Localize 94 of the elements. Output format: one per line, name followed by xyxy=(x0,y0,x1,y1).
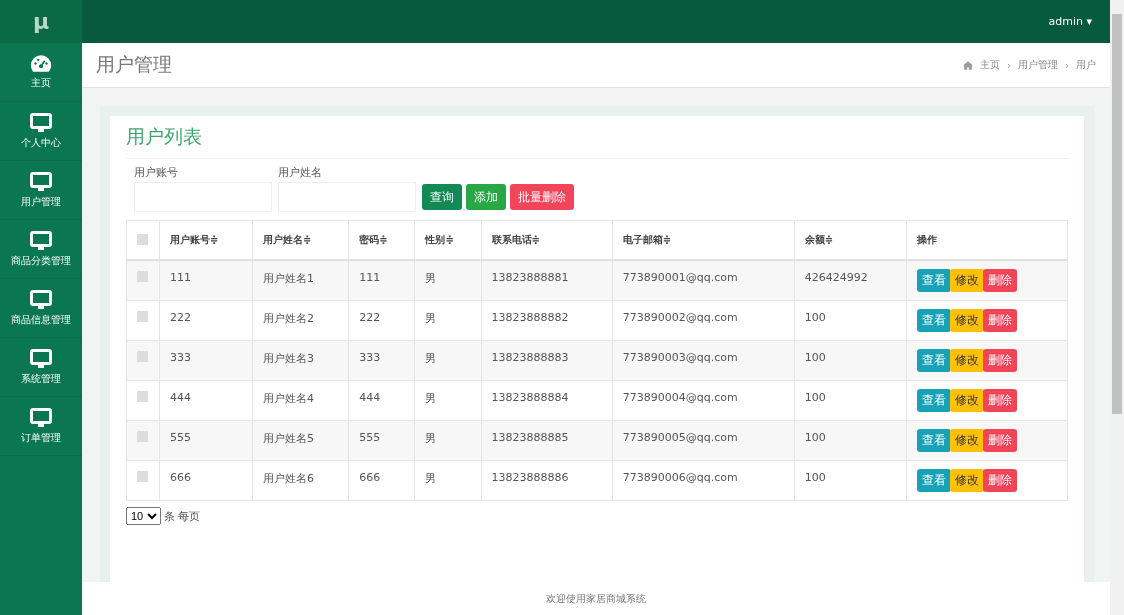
row-action-button[interactable]: 修改 xyxy=(950,389,985,412)
row-action-button[interactable]: 删除 xyxy=(983,469,1018,492)
table-cell: 111 xyxy=(348,260,415,301)
table-cell: 用户姓名1 xyxy=(252,260,349,301)
row-action-button[interactable]: 查看 xyxy=(917,429,952,452)
row-action-button[interactable]: 修改 xyxy=(950,309,985,332)
checkbox[interactable] xyxy=(137,233,148,245)
home-icon xyxy=(963,60,973,70)
table-cell: 男 xyxy=(414,380,482,421)
table-cell: 男 xyxy=(414,460,482,501)
row-action-button[interactable]: 删除 xyxy=(983,269,1018,292)
table-cell: 用户姓名3 xyxy=(252,340,349,381)
checkbox[interactable] xyxy=(137,271,148,282)
table-cell: 用户姓名4 xyxy=(252,380,349,421)
checkbox[interactable] xyxy=(137,471,148,482)
table-cell: 773890003@qq.com xyxy=(612,340,795,381)
breadcrumb-link[interactable]: 主页 xyxy=(980,58,1000,72)
row-action-button[interactable]: 修改 xyxy=(950,349,985,372)
table-cell: 555 xyxy=(348,420,415,461)
row-action-button[interactable]: 查看 xyxy=(917,389,952,412)
monitor-icon xyxy=(30,112,52,133)
table-cell: 100 xyxy=(794,340,907,381)
action-button[interactable]: 查询 xyxy=(422,184,462,210)
user-menu[interactable]: admin ▾ xyxy=(1048,15,1092,28)
table-cell: 13823888884 xyxy=(481,380,613,421)
table-cell: 100 xyxy=(794,380,907,421)
row-action-button[interactable]: 修改 xyxy=(950,269,985,292)
checkbox[interactable] xyxy=(137,311,148,322)
row-action-button[interactable]: 查看 xyxy=(917,269,952,292)
row-action-button[interactable]: 修改 xyxy=(950,469,985,492)
scrollbar[interactable] xyxy=(1110,0,1124,615)
row-action-button[interactable]: 删除 xyxy=(983,309,1018,332)
page-title: 用户管理 xyxy=(96,52,172,77)
breadcrumb-separator: › xyxy=(1065,59,1069,71)
monitor-icon xyxy=(30,289,52,310)
field-label: 用户账号 xyxy=(134,165,179,180)
row-action-button[interactable]: 查看 xyxy=(917,349,952,372)
breadcrumb-link[interactable]: 用户 xyxy=(1076,58,1096,72)
dashboard-icon xyxy=(30,54,52,73)
row-action-button[interactable]: 修改 xyxy=(950,429,985,452)
row-action-button[interactable]: 删除 xyxy=(983,349,1018,372)
card-title: 用户列表 xyxy=(126,124,1068,159)
table-cell: 100 xyxy=(794,300,907,341)
table-cell: 男 xyxy=(414,300,482,341)
table-cell: 666 xyxy=(159,460,253,501)
monitor-icon xyxy=(30,348,52,369)
table-cell: 13823888881 xyxy=(481,260,613,301)
field-label: 用户姓名 xyxy=(278,165,323,180)
table-cell: 111 xyxy=(159,260,253,301)
page-size-label: 条 每页 xyxy=(164,508,201,524)
checkbox[interactable] xyxy=(137,391,148,402)
table-cell: 222 xyxy=(159,300,253,341)
table-cell: 男 xyxy=(414,420,482,461)
monitor-icon xyxy=(30,407,52,428)
sidebar-item[interactable]: 主页 xyxy=(0,43,82,102)
table-cell: 426424992 xyxy=(794,260,907,301)
row-action-button[interactable]: 删除 xyxy=(983,389,1018,412)
page-size-select[interactable]: 10 xyxy=(126,507,161,525)
table-cell: 用户姓名2 xyxy=(252,300,349,341)
action-button[interactable]: 批量删除 xyxy=(510,184,574,210)
table-cell: 男 xyxy=(414,260,482,301)
table-cell: 男 xyxy=(414,340,482,381)
breadcrumb-link[interactable]: 用户管理 xyxy=(1018,58,1058,72)
table-cell: 100 xyxy=(794,420,907,461)
row-action-button[interactable]: 查看 xyxy=(917,309,952,332)
table-cell: 555 xyxy=(159,420,253,461)
table-cell: 666 xyxy=(348,460,415,501)
checkbox[interactable] xyxy=(137,431,148,442)
table-cell: 773890004@qq.com xyxy=(612,380,795,421)
table-cell: 13823888883 xyxy=(481,340,613,381)
checkbox[interactable] xyxy=(137,351,148,362)
table-cell: 333 xyxy=(159,340,253,381)
breadcrumb-separator: › xyxy=(1007,59,1011,71)
table-cell: 13823888882 xyxy=(481,300,613,341)
logo: μ xyxy=(0,0,82,43)
monitor-icon xyxy=(30,171,52,192)
table-cell: 100 xyxy=(794,460,907,501)
table-cell: 444 xyxy=(159,380,253,421)
monitor-icon xyxy=(30,230,52,251)
footer-text: 欢迎使用家居商城系统 xyxy=(546,591,646,606)
row-action-button[interactable]: 删除 xyxy=(983,429,1018,452)
table-cell: 773890001@qq.com xyxy=(612,260,795,301)
table-cell: 773890006@qq.com xyxy=(612,460,795,501)
table-cell: 773890002@qq.com xyxy=(612,300,795,341)
table-cell: 773890005@qq.com xyxy=(612,420,795,461)
row-action-button[interactable]: 查看 xyxy=(917,469,952,492)
table-cell: 444 xyxy=(348,380,415,421)
table-cell: 333 xyxy=(348,340,415,381)
table-cell: 222 xyxy=(348,300,415,341)
table-cell: 13823888885 xyxy=(481,420,613,461)
table-cell: 13823888886 xyxy=(481,460,613,501)
table-cell: 用户姓名6 xyxy=(252,460,349,501)
action-button[interactable]: 添加 xyxy=(466,184,506,210)
table-cell: 用户姓名5 xyxy=(252,420,349,461)
